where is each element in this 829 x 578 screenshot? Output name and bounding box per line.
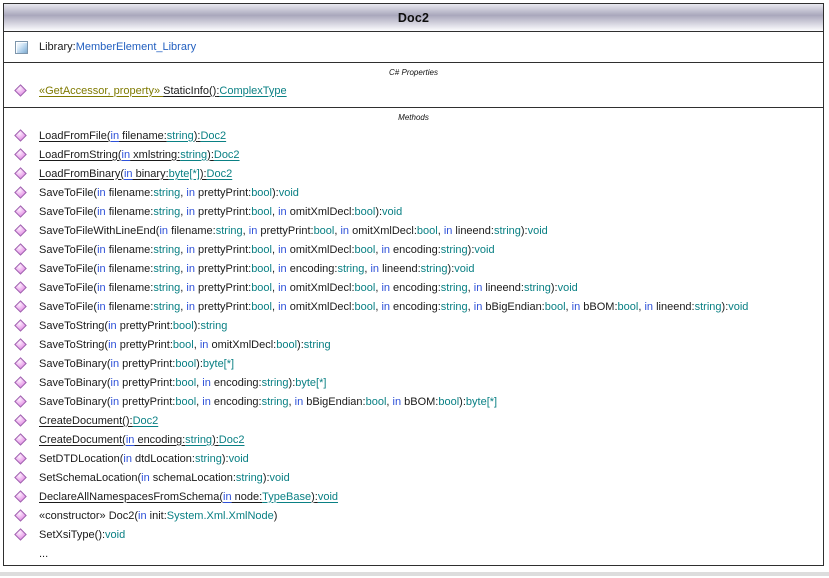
member-diamond-icon [14,338,27,351]
member-row[interactable]: SaveToBinary(in prettyPrint:bool, in enc… [4,373,823,392]
member-row[interactable]: SaveToString(in prettyPrint:bool, in omi… [4,335,823,354]
member-signature: SetSchemaLocation(in schemaLocation:stri… [39,472,290,484]
member-signature: CreateDocument():Doc2 [39,415,158,427]
member-diamond-icon [14,509,27,522]
member-diamond-icon [14,262,27,275]
member-diamond-icon [14,281,27,294]
member-diamond-icon [14,471,27,484]
methods-section: Methods LoadFromFile(in filename:string)… [4,108,823,565]
member-row[interactable]: SaveToFile(in filename:string, in pretty… [4,240,823,259]
member-signature: CreateDocument(in encoding:string):Doc2 [39,434,244,446]
member-signature: SaveToFile(in filename:string, in pretty… [39,206,402,218]
member-diamond-icon [14,243,27,256]
member-signature: SaveToString(in prettyPrint:bool, in omi… [39,339,331,351]
uml-class-box: Doc2 Library:MemberElement_Library C# Pr… [3,3,824,566]
member-signature: SaveToFile(in filename:string, in pretty… [39,301,748,313]
library-label: Library: [39,41,76,53]
member-diamond-icon [14,186,27,199]
properties-section: C# Properties «GetAccessor, property» St… [4,63,823,108]
member-row[interactable]: SaveToFile(in filename:string, in pretty… [4,202,823,221]
member-diamond-icon [14,319,27,332]
member-diamond-icon [14,205,27,218]
member-row[interactable]: SaveToString(in prettyPrint:bool):string [4,316,823,335]
methods-rows: LoadFromFile(in filename:string):Doc2 Loa… [4,126,823,544]
member-signature: LoadFromBinary(in binary:byte[*]):Doc2 [39,168,232,180]
library-reference: MemberElement_Library [76,41,196,53]
member-diamond-icon [14,376,27,389]
member-row[interactable]: CreateDocument():Doc2 [4,411,823,430]
member-signature: SaveToFile(in filename:string, in pretty… [39,263,474,275]
member-diamond-icon [14,433,27,446]
member-signature: «constructor» Doc2(in init:System.Xml.Xm… [39,510,277,522]
member-diamond-icon [14,167,27,180]
member-diamond-icon [14,414,27,427]
member-row[interactable]: SaveToFile(in filename:string, in pretty… [4,297,823,316]
member-signature: SetDTDLocation(in dtdLocation:string):vo… [39,453,249,465]
member-diamond-icon [14,490,27,503]
member-signature: SaveToFile(in filename:string, in pretty… [39,187,299,199]
library-row[interactable]: Library:MemberElement_Library [4,32,823,63]
constructor-row[interactable]: «constructor» Doc2(in init:System.Xml.Xm… [4,506,823,525]
member-diamond-icon [14,357,27,370]
member-row[interactable]: SetDTDLocation(in dtdLocation:string):vo… [4,449,823,468]
member-row[interactable]: SaveToFile(in filename:string, in pretty… [4,278,823,297]
member-diamond-icon [14,395,27,408]
properties-section-header: C# Properties [4,63,823,81]
member-signature: SaveToBinary(in prettyPrint:bool):byte[*… [39,358,234,370]
member-signature: SaveToBinary(in prettyPrint:bool, in enc… [39,377,326,389]
member-diamond-icon [14,528,27,541]
member-row[interactable]: SaveToFile(in filename:string, in pretty… [4,259,823,278]
member-signature: SetXsiType():void [39,529,125,541]
member-signature: DeclareAllNamespacesFromSchema(in node:T… [39,491,338,503]
member-row[interactable]: SaveToBinary(in prettyPrint:bool, in enc… [4,392,823,411]
member-signature: «GetAccessor, property» StaticInfo():Com… [39,85,287,97]
member-signature: SaveToBinary(in prettyPrint:bool, in enc… [39,396,497,408]
more-members-indicator[interactable]: ... [4,544,823,563]
member-signature: LoadFromFile(in filename:string):Doc2 [39,130,226,142]
canvas-edge [0,572,829,576]
member-diamond-icon [14,84,27,97]
member-row[interactable]: SaveToFile(in filename:string, in pretty… [4,183,823,202]
member-row[interactable]: SetSchemaLocation(in schemaLocation:stri… [4,468,823,487]
member-row[interactable]: CreateDocument(in encoding:string):Doc2 [4,430,823,449]
member-row[interactable]: DeclareAllNamespacesFromSchema(in node:T… [4,487,823,506]
member-diamond-icon [14,148,27,161]
member-row[interactable]: LoadFromFile(in filename:string):Doc2 [4,126,823,145]
package-icon [15,41,28,54]
member-signature: SaveToFile(in filename:string, in pretty… [39,244,495,256]
member-row[interactable]: SetXsiType():void [4,525,823,544]
member-signature: SaveToString(in prettyPrint:bool):string [39,320,227,332]
member-signature: SaveToFileWithLineEnd(in filename:string… [39,225,548,237]
member-row[interactable]: «GetAccessor, property» StaticInfo():Com… [4,81,823,100]
class-header[interactable]: Doc2 [4,4,823,32]
member-signature: LoadFromString(in xmlstring:string):Doc2 [39,149,240,161]
class-title: Doc2 [398,11,429,25]
member-diamond-icon [14,452,27,465]
member-signature: SaveToFile(in filename:string, in pretty… [39,282,578,294]
member-diamond-icon [14,224,27,237]
library-text: Library:MemberElement_Library [39,41,196,53]
member-row[interactable]: SaveToFileWithLineEnd(in filename:string… [4,221,823,240]
member-diamond-icon [14,300,27,313]
properties-rows: «GetAccessor, property» StaticInfo():Com… [4,81,823,100]
member-row[interactable]: SaveToBinary(in prettyPrint:bool):byte[*… [4,354,823,373]
member-row[interactable]: LoadFromString(in xmlstring:string):Doc2 [4,145,823,164]
member-row[interactable]: LoadFromBinary(in binary:byte[*]):Doc2 [4,164,823,183]
methods-section-header: Methods [4,108,823,126]
member-diamond-icon [14,129,27,142]
